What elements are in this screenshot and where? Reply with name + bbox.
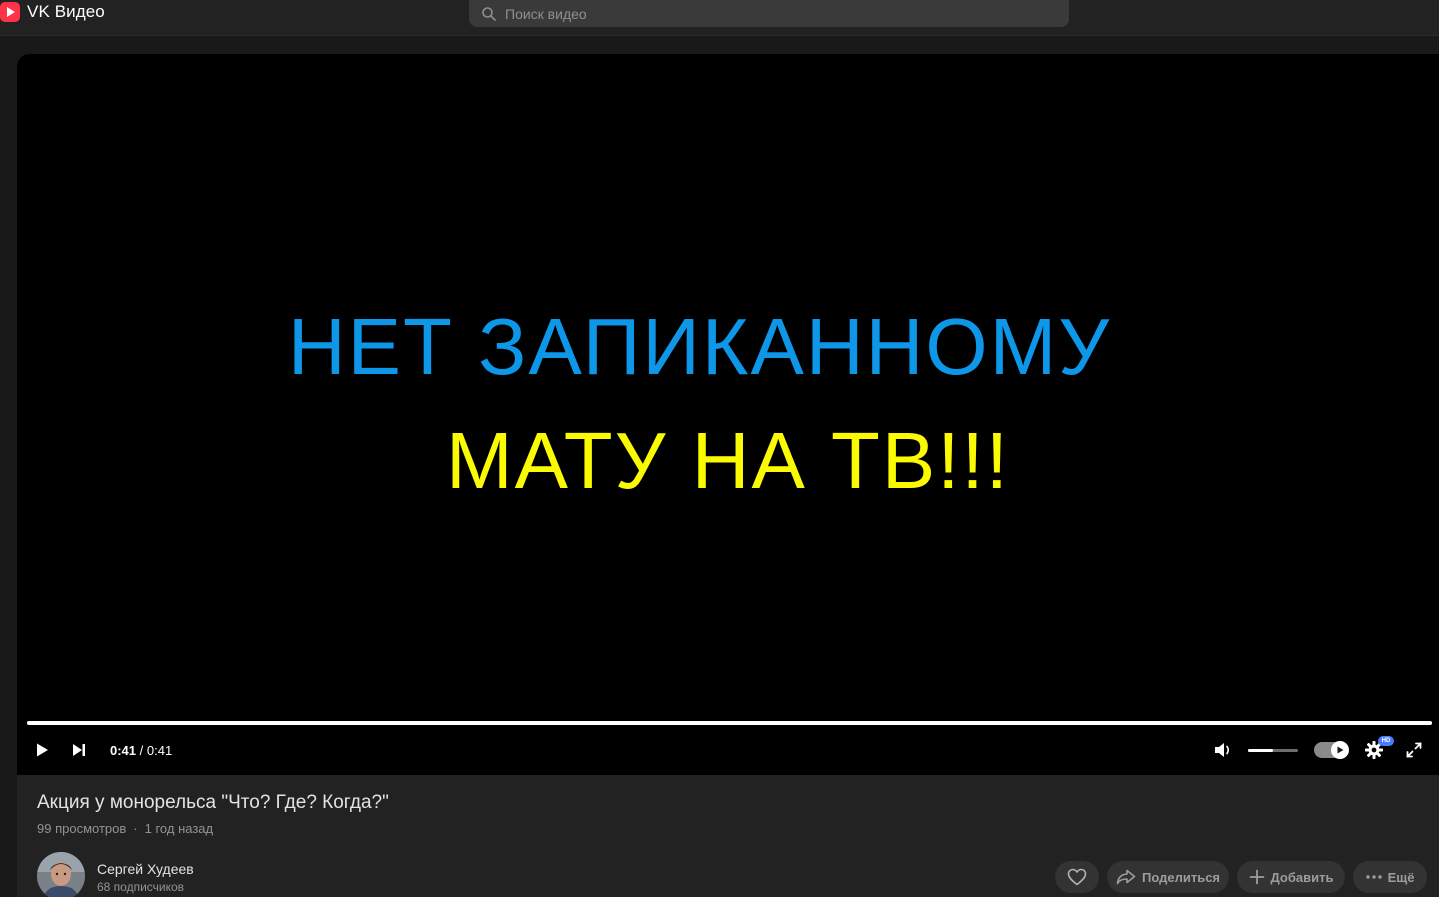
more-label: Ещё [1387, 869, 1415, 885]
share-icon [1116, 869, 1136, 885]
video-card: НЕТ ЗАПИКАННОМУ МАТУ НА ТВ!!! 0:41 / 0:4… [17, 54, 1439, 897]
slide-text-line1: НЕТ ЗАПИКАННОМУ [287, 302, 1112, 391]
share-label: Поделиться [1141, 869, 1221, 885]
time-display: 0:41 / 0:41 [110, 742, 172, 760]
logo-text: VK Видео [27, 2, 105, 21]
author-name[interactable]: Сергей Худеев [97, 860, 194, 878]
player-controls: 0:41 / 0:41 HD [17, 714, 1439, 775]
author-subscribers: 68 подписчиков [97, 880, 185, 894]
vk-video-logo[interactable]: VK Видео [0, 0, 105, 24]
volume-slider[interactable] [1248, 749, 1298, 752]
progress-fill [27, 721, 1432, 725]
volume-button[interactable] [1213, 740, 1235, 760]
video-title: Акция у монорельса "Что? Где? Когда?" [37, 792, 389, 813]
view-count: 99 просмотров [37, 821, 127, 836]
slide-text-line2: МАТУ НА ТВ!!! [446, 416, 1010, 505]
autoplay-play-icon [1337, 746, 1344, 754]
progress-bar[interactable] [27, 721, 1432, 725]
fullscreen-button[interactable] [1404, 740, 1424, 760]
share-button[interactable]: Поделиться [1107, 861, 1229, 893]
video-meta: 99 просмотров · 1 год назад [37, 820, 213, 837]
avatar-image [37, 852, 85, 897]
meta-separator: · [133, 821, 138, 836]
time-separator: / [139, 743, 144, 758]
upload-age: 1 год назад [144, 821, 214, 836]
like-button[interactable] [1055, 861, 1099, 893]
add-label: Добавить [1270, 869, 1334, 885]
autoplay-knob [1331, 741, 1349, 759]
duration: 0:41 [146, 743, 173, 758]
more-button[interactable]: Ещё [1353, 861, 1427, 893]
search-input[interactable] [505, 3, 1069, 24]
quality-badge: HD [1378, 736, 1394, 746]
video-player[interactable]: НЕТ ЗАПИКАННОМУ МАТУ НА ТВ!!! 0:41 / 0:4… [17, 54, 1439, 775]
next-button[interactable] [69, 740, 89, 760]
top-bar: VK Видео [0, 0, 1439, 36]
volume-fill [1248, 749, 1273, 752]
plus-icon [1249, 869, 1264, 885]
vk-video-logo-icon [0, 2, 20, 22]
more-dots-icon [1365, 875, 1382, 879]
fullscreen-icon [1406, 742, 1422, 758]
autoplay-toggle[interactable] [1314, 741, 1349, 759]
add-button[interactable]: Добавить [1237, 861, 1345, 893]
volume-icon [1215, 743, 1230, 757]
search-icon [482, 6, 496, 21]
avatar[interactable] [37, 852, 85, 897]
play-button[interactable] [32, 740, 52, 760]
next-icon [73, 744, 85, 756]
heart-icon [1067, 868, 1087, 886]
play-icon [37, 743, 48, 757]
search-bar[interactable] [469, 0, 1069, 27]
current-time: 0:41 [110, 743, 137, 758]
